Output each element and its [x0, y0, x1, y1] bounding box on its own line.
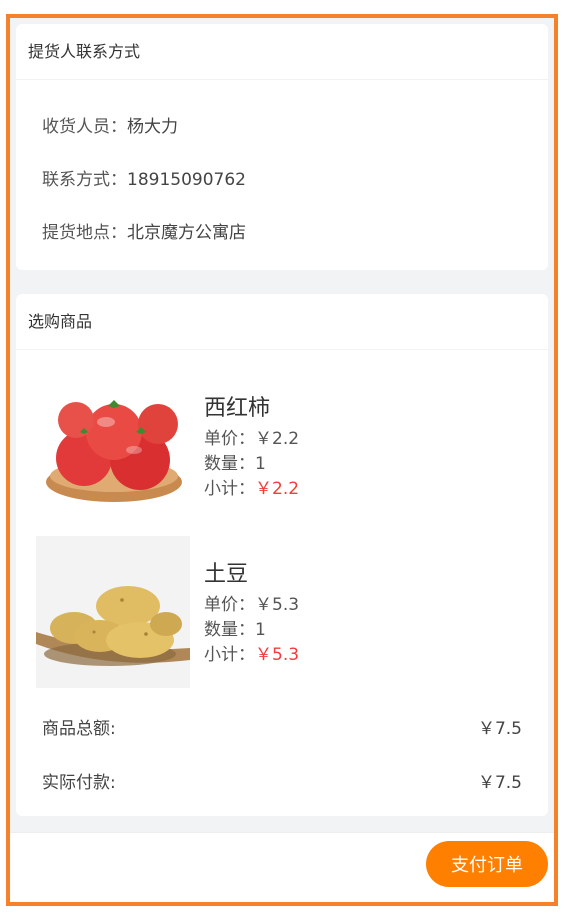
- address-label: 提货地点：: [42, 223, 127, 243]
- product-subtotal-value: ￥5.3: [255, 645, 300, 665]
- product-price: 单价：￥5.3: [204, 590, 299, 615]
- product-subtotal-value: ￥2.2: [255, 479, 300, 499]
- phone-label: 联系方式：: [42, 170, 127, 190]
- bottom-bar: 支付订单: [10, 832, 554, 902]
- receiver-value: 杨大力: [127, 117, 178, 137]
- product-item-potato[interactable]: 土豆 单价：￥5.3 数量：1 小计：￥5.3: [36, 536, 526, 688]
- actual-payment-value: ￥7.5: [477, 773, 522, 793]
- phone-value: 18915090762: [127, 170, 246, 190]
- goods-total-value: ￥7.5: [477, 719, 522, 739]
- product-subtotal: 小计：￥2.2: [204, 474, 299, 499]
- product-name: 西红柿: [204, 396, 271, 421]
- order-page: 提货人联系方式 收货人员：杨大力 联系方式：18915090762 提货地点：北…: [6, 14, 558, 906]
- product-price-value: ￥5.3: [255, 595, 300, 615]
- receiver-label: 收货人员：: [42, 117, 127, 137]
- product-subtotal-label: 小计：: [204, 645, 255, 665]
- contact-card-title: 提货人联系方式: [16, 24, 548, 80]
- product-price-label: 单价：: [204, 429, 255, 449]
- goods-card-title: 选购商品: [16, 294, 548, 350]
- product-price-label: 单价：: [204, 595, 255, 615]
- goods-total-label: 商品总额:: [42, 719, 116, 739]
- goods-card: 选购商品 西红柿 单价：￥2.2 数量：1 小计：￥2.2 土豆 单价：￥5.3…: [16, 294, 548, 816]
- address-row: 提货地点：北京魔方公寓店: [42, 218, 246, 243]
- product-quantity-label: 数量：: [204, 454, 255, 474]
- product-quantity-label: 数量：: [204, 620, 255, 640]
- product-quantity-value: 1: [255, 454, 266, 474]
- phone-row: 联系方式：18915090762: [42, 165, 246, 190]
- tomato-image: [36, 370, 190, 522]
- contact-card: 提货人联系方式 收货人员：杨大力 联系方式：18915090762 提货地点：北…: [16, 24, 548, 270]
- product-item-tomato[interactable]: 西红柿 单价：￥2.2 数量：1 小计：￥2.2: [36, 370, 526, 522]
- actual-payment-row: 实际付款: ￥7.5: [42, 768, 522, 793]
- goods-total-row: 商品总额: ￥7.5: [42, 714, 522, 739]
- product-subtotal-label: 小计：: [204, 479, 255, 499]
- actual-payment-label: 实际付款:: [42, 773, 116, 793]
- product-quantity: 数量：1: [204, 449, 266, 474]
- pay-order-button[interactable]: 支付订单: [426, 841, 548, 887]
- product-quantity-value: 1: [255, 620, 266, 640]
- potato-image: [36, 536, 190, 688]
- receiver-row: 收货人员：杨大力: [42, 112, 178, 137]
- product-price: 单价：￥2.2: [204, 424, 299, 449]
- product-price-value: ￥2.2: [255, 429, 300, 449]
- product-subtotal: 小计：￥5.3: [204, 640, 299, 665]
- address-value: 北京魔方公寓店: [127, 223, 246, 243]
- product-quantity: 数量：1: [204, 615, 266, 640]
- product-name: 土豆: [204, 562, 249, 587]
